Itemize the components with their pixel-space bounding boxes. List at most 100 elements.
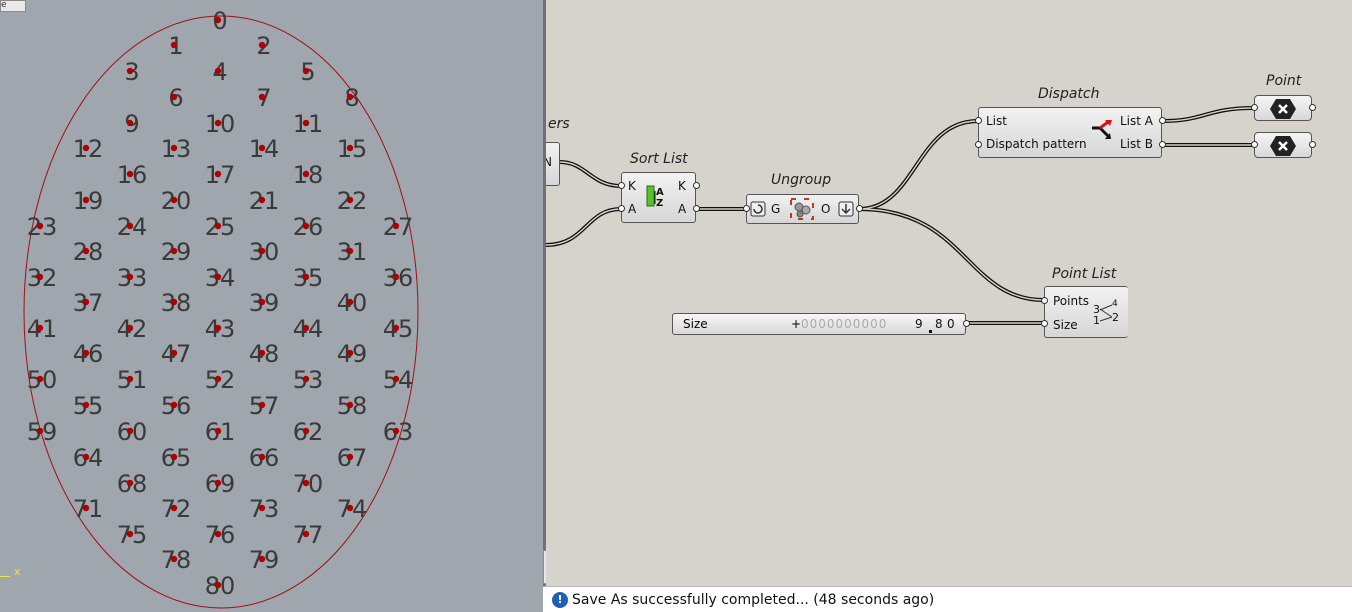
point-marker[interactable] xyxy=(302,530,310,538)
point-marker[interactable] xyxy=(258,41,266,49)
rhino-viewport[interactable]: 0123456789101112131415161718192021222324… xyxy=(0,0,543,612)
sort-list-output-k[interactable]: K xyxy=(678,179,686,193)
point-marker[interactable] xyxy=(214,170,222,178)
point-marker[interactable] xyxy=(214,530,222,538)
point-marker[interactable] xyxy=(346,247,354,255)
point-marker[interactable] xyxy=(126,375,134,383)
point-marker[interactable] xyxy=(214,273,222,281)
ungroup-output-o[interactable]: O xyxy=(821,202,830,216)
point-marker[interactable] xyxy=(258,144,266,152)
point-marker[interactable] xyxy=(170,504,178,512)
ungroup-input-g[interactable]: G xyxy=(771,202,780,216)
point-marker[interactable] xyxy=(258,504,266,512)
point-list-input-points[interactable]: Points xyxy=(1053,294,1089,308)
point-marker[interactable] xyxy=(126,427,134,435)
point-marker[interactable] xyxy=(258,196,266,204)
slider-grip[interactable] xyxy=(929,330,932,333)
point-marker[interactable] xyxy=(36,324,44,332)
point-marker[interactable] xyxy=(36,375,44,383)
point-marker[interactable] xyxy=(302,170,310,178)
point-marker[interactable] xyxy=(258,555,266,563)
viewport-corner-button[interactable]: e xyxy=(0,0,26,12)
point-marker[interactable] xyxy=(346,504,354,512)
sort-list-input-k[interactable]: K xyxy=(628,179,636,193)
point-marker[interactable] xyxy=(36,273,44,281)
point-marker[interactable] xyxy=(126,479,134,487)
point-marker[interactable] xyxy=(302,479,310,487)
point-marker[interactable] xyxy=(214,67,222,75)
point-marker[interactable] xyxy=(346,93,354,101)
dispatch-component[interactable]: List Dispatch pattern List A List B xyxy=(978,107,1162,158)
point-marker[interactable] xyxy=(392,427,400,435)
point-param-b[interactable] xyxy=(1254,132,1312,158)
partial-component[interactable]: N xyxy=(546,142,560,186)
point-marker[interactable] xyxy=(302,119,310,127)
point-marker[interactable] xyxy=(126,119,134,127)
point-marker[interactable] xyxy=(258,349,266,357)
point-marker[interactable] xyxy=(302,324,310,332)
point-marker[interactable] xyxy=(214,16,222,24)
point-marker[interactable] xyxy=(126,530,134,538)
dispatch-output-a[interactable]: List A xyxy=(1120,114,1153,128)
dispatch-output-b[interactable]: List B xyxy=(1120,137,1153,151)
point-marker[interactable] xyxy=(346,196,354,204)
point-marker[interactable] xyxy=(126,273,134,281)
point-marker[interactable] xyxy=(36,222,44,230)
point-marker[interactable] xyxy=(258,298,266,306)
point-marker[interactable] xyxy=(214,427,222,435)
point-marker[interactable] xyxy=(214,222,222,230)
point-marker[interactable] xyxy=(392,222,400,230)
point-list-component[interactable]: Points Size 3 1 4 2 xyxy=(1044,286,1128,338)
point-marker[interactable] xyxy=(82,504,90,512)
point-marker[interactable] xyxy=(82,247,90,255)
size-number-slider[interactable]: Size + 0000000000 9 8 0 xyxy=(672,313,966,335)
sort-list-component[interactable]: K A K A A Z xyxy=(621,172,696,223)
point-marker[interactable] xyxy=(302,427,310,435)
point-marker[interactable] xyxy=(346,298,354,306)
point-marker[interactable] xyxy=(214,324,222,332)
point-marker[interactable] xyxy=(82,453,90,461)
point-marker[interactable] xyxy=(392,375,400,383)
point-marker[interactable] xyxy=(82,349,90,357)
dispatch-input-pattern[interactable]: Dispatch pattern xyxy=(986,137,1087,151)
grasshopper-canvas[interactable]: ers N Sort List K A K A A Z Ungroup G O … xyxy=(546,0,1352,586)
point-marker[interactable] xyxy=(214,581,222,589)
point-marker[interactable] xyxy=(126,67,134,75)
ungroup-component[interactable]: G O xyxy=(746,194,859,224)
point-param-a[interactable] xyxy=(1254,95,1312,121)
point-marker[interactable] xyxy=(170,349,178,357)
point-marker[interactable] xyxy=(82,298,90,306)
point-marker[interactable] xyxy=(170,144,178,152)
sort-list-output-a[interactable]: A xyxy=(678,202,686,216)
point-marker[interactable] xyxy=(258,401,266,409)
point-marker[interactable] xyxy=(170,93,178,101)
point-marker[interactable] xyxy=(302,273,310,281)
point-marker[interactable] xyxy=(126,324,134,332)
point-marker[interactable] xyxy=(346,144,354,152)
point-marker[interactable] xyxy=(170,401,178,409)
dispatch-input-list[interactable]: List xyxy=(986,114,1007,128)
point-marker[interactable] xyxy=(392,273,400,281)
point-marker[interactable] xyxy=(214,479,222,487)
point-marker[interactable] xyxy=(170,555,178,563)
point-marker[interactable] xyxy=(346,401,354,409)
point-marker[interactable] xyxy=(302,222,310,230)
point-marker[interactable] xyxy=(302,67,310,75)
point-marker[interactable] xyxy=(126,170,134,178)
point-marker[interactable] xyxy=(82,401,90,409)
point-marker[interactable] xyxy=(392,324,400,332)
point-marker[interactable] xyxy=(126,222,134,230)
point-marker[interactable] xyxy=(214,375,222,383)
point-marker[interactable] xyxy=(258,93,266,101)
point-marker[interactable] xyxy=(82,196,90,204)
point-marker[interactable] xyxy=(302,375,310,383)
point-marker[interactable] xyxy=(36,427,44,435)
point-marker[interactable] xyxy=(346,349,354,357)
point-marker[interactable] xyxy=(82,144,90,152)
point-marker[interactable] xyxy=(170,298,178,306)
point-list-input-size[interactable]: Size xyxy=(1053,318,1078,332)
point-marker[interactable] xyxy=(258,247,266,255)
point-marker[interactable] xyxy=(170,247,178,255)
point-marker[interactable] xyxy=(214,119,222,127)
point-marker[interactable] xyxy=(170,196,178,204)
